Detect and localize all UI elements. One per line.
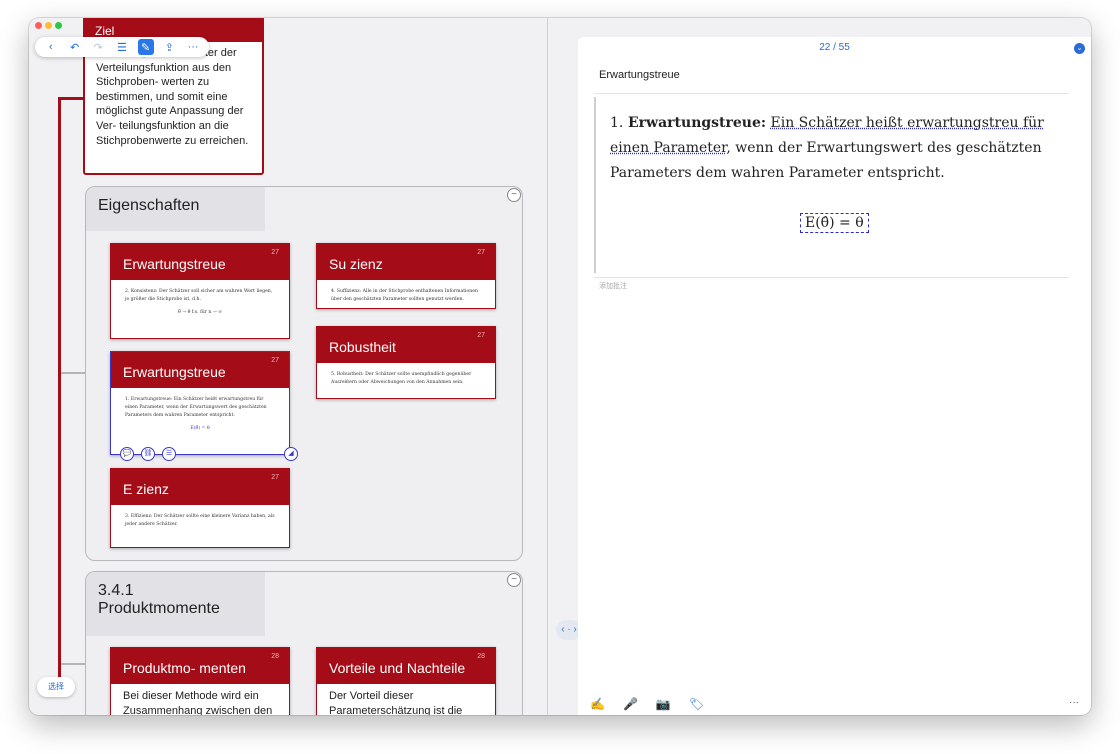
more-icon[interactable]: ··· [1069, 697, 1079, 708]
select-button[interactable]: 选择 [37, 677, 75, 697]
card-erwartungstreue-selected[interactable]: Erwartungstreue 27 1. Erwartungstreue: Ei… [110, 351, 290, 455]
card-page-number: 27 [271, 474, 279, 481]
card-page-number: 27 [271, 357, 279, 364]
mindmap-connector [61, 372, 85, 374]
divider [594, 277, 1069, 278]
top-toolbar: ‹ ↶ ↷ ☰ ✎ ⇪ ··· [35, 37, 209, 57]
card-title: Erwartungstreue [123, 256, 226, 272]
card-suffizienz[interactable]: Su zienz 27 4. Suffizienz: Alle in der St… [316, 243, 496, 309]
more-icon[interactable]: ··· [185, 39, 201, 55]
group-label: 3.4.1 Produktmomente [86, 572, 265, 636]
undo-icon[interactable]: ↶ [67, 39, 83, 55]
item-number: 1. [610, 115, 624, 131]
pane-divider[interactable] [547, 18, 548, 715]
card-formula: E(θ̂) = θ [190, 426, 210, 431]
back-icon[interactable]: ‹ [43, 39, 59, 55]
microphone-icon[interactable]: 🎤 [623, 697, 638, 711]
collapse-icon[interactable]: − [507, 188, 521, 202]
comment-icon[interactable]: 💬 [120, 447, 134, 461]
card-title: Robustheit [329, 339, 396, 355]
share-icon[interactable]: ⇪ [161, 39, 177, 55]
bottom-toolbar: ✍ 🎤 📷 🏷 [590, 697, 704, 711]
card-body: Der Vorteil dieser Parameterschätzung is… [329, 690, 463, 715]
card-title: E zienz [123, 481, 169, 497]
mindmap-canvas[interactable]: Ziel Ziel ist es, die Parameter der Vert… [29, 18, 547, 715]
excerpt-paragraph: 1. Erwartungstreue: Ein Schätzer heißt er… [610, 111, 1050, 186]
node-text: Ziel ist es, die Parameter der Verteilun… [96, 47, 249, 147]
card-effizienz[interactable]: E zienz 27 3. Effizienz: Der Schätzer sol… [110, 468, 290, 548]
card-page-number: 27 [477, 332, 485, 339]
mindmap-connector [58, 97, 85, 100]
card-body: 2. Konsistenz: Der Schätzer soll sicher … [125, 289, 273, 302]
add-annotation-field[interactable]: 添加批注 [599, 281, 627, 291]
card-robustheit[interactable]: Robustheit 27 5. Robustheit: Der Schätzer… [316, 326, 496, 399]
document-pane: 22 / 55 ⌄ Erwartungstreue 1. Erwartungstr… [578, 37, 1091, 715]
excerpt-title[interactable]: Erwartungstreue [599, 69, 680, 81]
app-window: Ziel Ziel ist es, die Parameter der Vert… [29, 18, 1091, 715]
group-eigenschaften[interactable]: Eigenschaften − Erwartungstreue 27 2. Kon… [85, 186, 523, 561]
group-label: Eigenschaften [86, 187, 265, 231]
card-title: Su zienz [329, 256, 383, 272]
formula-highlight: E(θ̂) = θ [800, 213, 869, 233]
card-erwartungstreue-konsistenz[interactable]: Erwartungstreue 27 2. Konsistenz: Der Sch… [110, 243, 290, 339]
outline-list-icon[interactable]: ☰ [114, 39, 130, 55]
collapse-icon[interactable]: − [507, 573, 521, 587]
resize-handle-icon[interactable]: ◢ [284, 447, 298, 461]
term: Erwartungstreue: [628, 115, 767, 131]
link-icon[interactable]: ⛓ [141, 447, 155, 461]
card-body: 1. Erwartungstreue: Ein Schätzer heißt e… [125, 397, 267, 418]
card-page-number: 28 [271, 653, 279, 660]
card-title: Produktmo- menten [123, 660, 246, 676]
card-page-number: 27 [477, 249, 485, 256]
mindmap-connector [58, 97, 61, 697]
edit-icon[interactable]: ✎ [137, 39, 154, 55]
camera-icon[interactable]: 📷 [656, 697, 671, 711]
divider [594, 93, 1069, 94]
redo-icon[interactable]: ↷ [90, 39, 106, 55]
card-formula: θ̂ → θ f.s. für n → ∞ [178, 310, 222, 315]
card-body: 4. Suffizienz: Alle in der Stichprobe en… [331, 289, 478, 302]
card-page-number: 27 [271, 249, 279, 256]
handwriting-icon[interactable]: ✍ [590, 697, 605, 711]
card-page-number: 28 [477, 653, 485, 660]
card-actions: 💬 ⛓ ☰ [120, 447, 176, 461]
card-body: 5. Robustheit: Der Schätzer sollte unemp… [331, 372, 472, 385]
excerpt-content[interactable]: 1. Erwartungstreue: Ein Schätzer heißt er… [594, 97, 1069, 273]
group-produktmomente[interactable]: 3.4.1 Produktmomente − Produktmo- menten… [85, 571, 523, 715]
mindmap-connector [61, 663, 85, 665]
tag-icon[interactable]: 🏷 [689, 697, 704, 711]
card-body: 3. Effizienz: Der Schätzer sollte eine k… [125, 514, 275, 527]
card-title: Erwartungstreue [123, 364, 226, 380]
card-produktmomenten[interactable]: Produktmo- menten 28 Bei dieser Methode w… [110, 647, 290, 715]
card-body: Bei dieser Methode wird ein Zusammenhang… [123, 690, 273, 715]
chevron-down-icon[interactable]: ⌄ [1074, 43, 1085, 54]
card-title: Vorteile und Nachteile [329, 660, 466, 676]
card-vorteile-nachteile[interactable]: Vorteile und Nachteile 28 Der Vorteil die… [316, 647, 496, 715]
page-indicator: 22 / 55 [819, 42, 850, 53]
list-icon[interactable]: ☰ [162, 447, 176, 461]
